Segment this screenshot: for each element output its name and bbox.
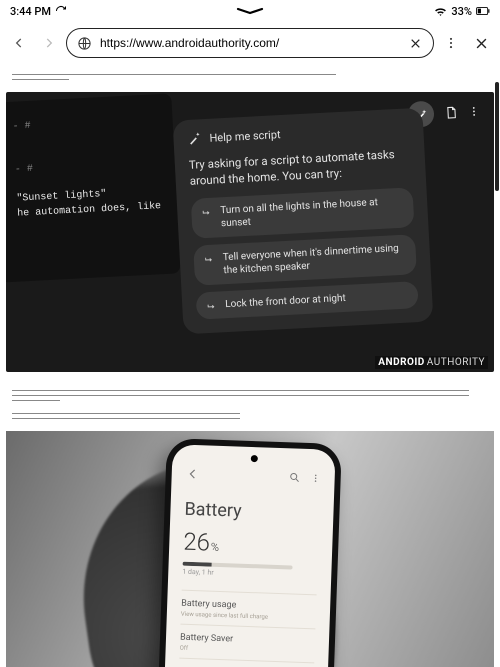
document-icon xyxy=(444,104,459,121)
return-arrow-icon xyxy=(206,300,218,312)
forward-button[interactable] xyxy=(36,30,62,56)
browser-toolbar xyxy=(0,22,500,64)
globe-icon xyxy=(77,36,92,51)
status-battery-pct: 33% xyxy=(451,5,472,18)
battery-title: Battery xyxy=(184,499,320,525)
suggestion-text: Turn on all the lights in the house at s… xyxy=(220,195,404,231)
suggestion-text: Lock the front door at night xyxy=(225,292,346,311)
pen-spark-icon xyxy=(187,131,202,146)
help-me-script-card: Help me script Try asking for a script t… xyxy=(173,108,434,335)
phone-back-icon xyxy=(186,467,200,481)
article-text-placeholder xyxy=(0,380,500,427)
phone-more-icon xyxy=(310,472,320,484)
settings-row[interactable]: Battery SaverOff xyxy=(179,624,315,663)
battery-subline: 1 day, 1 hr xyxy=(182,568,317,581)
sync-icon xyxy=(55,5,67,17)
article-image-battery: Battery 26% 1 day, 1 hr Battery usageVie… xyxy=(6,431,494,667)
device-status-bar: 3:44 PM 33% xyxy=(0,0,500,22)
battery-percent: 26% xyxy=(183,528,319,561)
card-more-icon xyxy=(468,104,481,119)
phone-search-icon xyxy=(288,471,300,483)
return-arrow-icon xyxy=(201,206,213,218)
phone-screen: Battery 26% 1 day, 1 hr Battery usageVie… xyxy=(161,444,335,667)
image-watermark: ANDROIDAUTHORITY xyxy=(375,357,488,368)
page-viewport: - # - # "Sunset lights" he automation do… xyxy=(0,64,500,667)
close-tab-button[interactable] xyxy=(468,30,494,56)
status-time: 3:44 PM xyxy=(10,5,51,18)
suggestion-text: Tell everyone when it's dinnertime using… xyxy=(222,242,406,278)
card-prompt: Try asking for a script to automate task… xyxy=(189,146,412,189)
more-menu-button[interactable] xyxy=(438,30,464,56)
url-input[interactable] xyxy=(100,36,399,50)
settings-row[interactable]: Battery usageView usage since last full … xyxy=(181,590,317,629)
scrollbar-thumb[interactable] xyxy=(495,82,499,191)
suggestion-chip[interactable]: Lock the front door at night xyxy=(196,281,419,320)
url-bar[interactable] xyxy=(66,28,434,58)
return-arrow-icon xyxy=(204,253,216,265)
drawer-handle-icon[interactable] xyxy=(234,6,266,16)
article-text-placeholder xyxy=(0,64,500,88)
suggestion-chip[interactable]: Turn on all the lights in the house at s… xyxy=(191,187,415,239)
article-image-help-me-script: - # - # "Sunset lights" he automation do… xyxy=(6,92,494,372)
punch-hole-icon xyxy=(250,455,257,462)
wifi-icon xyxy=(434,6,447,17)
card-title: Help me script xyxy=(209,128,281,145)
clear-url-button[interactable] xyxy=(407,35,423,51)
suggestion-chip[interactable]: Tell everyone when it's dinnertime using… xyxy=(193,234,417,286)
back-button[interactable] xyxy=(6,30,32,56)
scrollbar[interactable] xyxy=(495,64,499,667)
battery-icon xyxy=(476,6,490,16)
code-editor-preview: - # - # "Sunset lights" he automation do… xyxy=(6,93,181,282)
phone-frame: Battery 26% 1 day, 1 hr Battery usageVie… xyxy=(155,438,342,667)
